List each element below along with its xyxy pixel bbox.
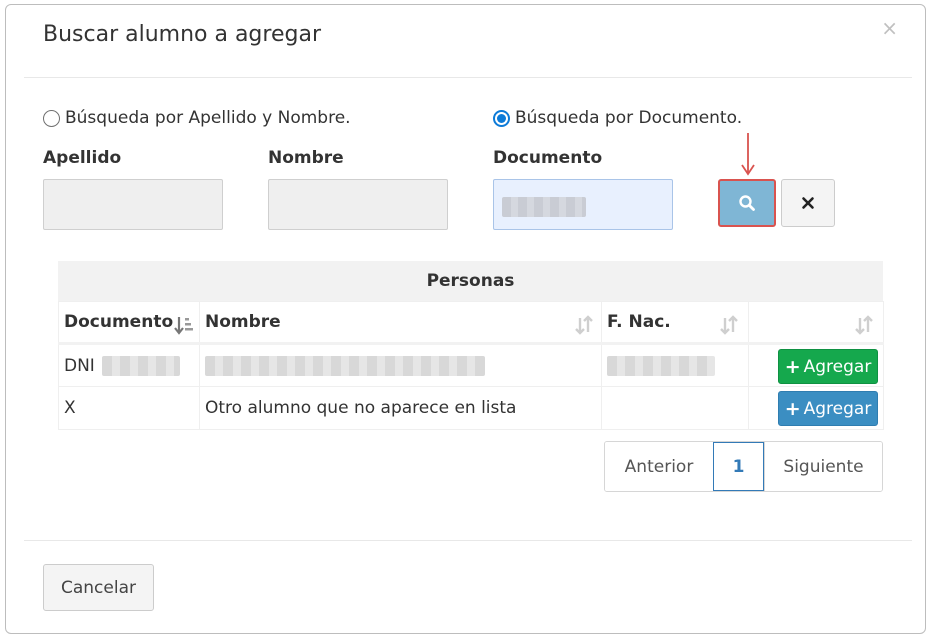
cell-documento-text: X: [64, 398, 76, 418]
add-student-button-label: Agregar: [803, 356, 872, 377]
cancel-button[interactable]: Cancelar: [43, 564, 154, 611]
apellido-input[interactable]: [43, 179, 223, 230]
modal-dialog: Buscar alumno a agregar × Búsqueda por A…: [5, 4, 926, 634]
column-header-actions[interactable]: [748, 301, 884, 345]
table-row: DNI + Agregar: [58, 343, 884, 387]
add-student-button[interactable]: + Agregar: [778, 349, 878, 384]
plus-icon: +: [784, 397, 801, 420]
pagination-page-1[interactable]: 1: [713, 442, 764, 491]
cell-action: + Agregar: [748, 386, 884, 430]
nombre-input[interactable]: [268, 179, 448, 230]
pagination-previous[interactable]: Anterior: [605, 442, 713, 491]
modal-title: Buscar alumno a agregar: [43, 22, 321, 47]
documento-value-redacted: [502, 197, 586, 217]
column-header-fnac-label: F. Nac.: [607, 312, 671, 332]
column-header-nombre-label: Nombre: [205, 312, 281, 332]
add-other-student-button-label: Agregar: [803, 398, 872, 419]
radio-search-by-name-label: Búsqueda por Apellido y Nombre.: [65, 108, 351, 128]
column-header-fnac[interactable]: F. Nac.: [601, 301, 749, 345]
cell-nombre: [199, 343, 602, 387]
cell-nombre-text: Otro alumno que no aparece en lista: [205, 398, 517, 418]
radio-checked-icon[interactable]: [493, 109, 510, 127]
clear-button[interactable]: [781, 179, 835, 227]
search-icon: [739, 195, 755, 211]
column-header-nombre[interactable]: Nombre: [199, 301, 602, 345]
modal-header: Buscar alumno a agregar ×: [24, 5, 912, 78]
table-caption: Personas: [58, 261, 883, 301]
nombre-label: Nombre: [268, 148, 344, 168]
documento-label: Documento: [493, 148, 603, 168]
close-icon: [802, 197, 814, 209]
table-row: X Otro alumno que no aparece en lista + …: [58, 386, 884, 430]
cell-fnac: [601, 343, 749, 387]
cell-documento: X: [58, 386, 200, 430]
close-icon[interactable]: ×: [881, 18, 898, 38]
apellido-label: Apellido: [43, 148, 122, 168]
cell-fnac: [601, 386, 749, 430]
sort-asc-icon[interactable]: [173, 314, 195, 336]
footer-divider: [24, 540, 912, 541]
annotation-arrow-icon: [741, 133, 755, 176]
pagination: Anterior 1 Siguiente: [604, 441, 883, 492]
plus-icon: +: [784, 355, 801, 378]
cell-action: + Agregar: [748, 343, 884, 387]
redacted-value: [102, 355, 181, 376]
search-button[interactable]: [718, 179, 776, 227]
radio-search-by-document[interactable]: Búsqueda por Documento.: [493, 108, 742, 128]
radio-unchecked-icon[interactable]: [43, 109, 60, 127]
radio-search-by-name[interactable]: Búsqueda por Apellido y Nombre.: [43, 108, 351, 128]
radio-search-by-document-label: Búsqueda por Documento.: [515, 108, 743, 128]
sort-both-icon[interactable]: [853, 314, 875, 336]
personas-table: Personas Documento Nombre F. Nac. DNI + …: [58, 261, 884, 430]
cell-nombre: Otro alumno que no aparece en lista: [199, 386, 602, 430]
add-other-student-button[interactable]: + Agregar: [778, 391, 878, 426]
column-header-documento-label: Documento: [64, 312, 174, 332]
sort-both-icon[interactable]: [573, 314, 595, 336]
redacted-value: [607, 355, 715, 376]
pagination-next[interactable]: Siguiente: [764, 442, 882, 491]
sort-both-icon[interactable]: [718, 314, 740, 336]
table-header-row: Documento Nombre F. Nac.: [58, 301, 884, 345]
column-header-documento[interactable]: Documento: [58, 301, 200, 345]
cell-documento-text: DNI: [64, 355, 95, 376]
redacted-value: [205, 355, 485, 376]
cell-documento: DNI: [58, 343, 200, 387]
